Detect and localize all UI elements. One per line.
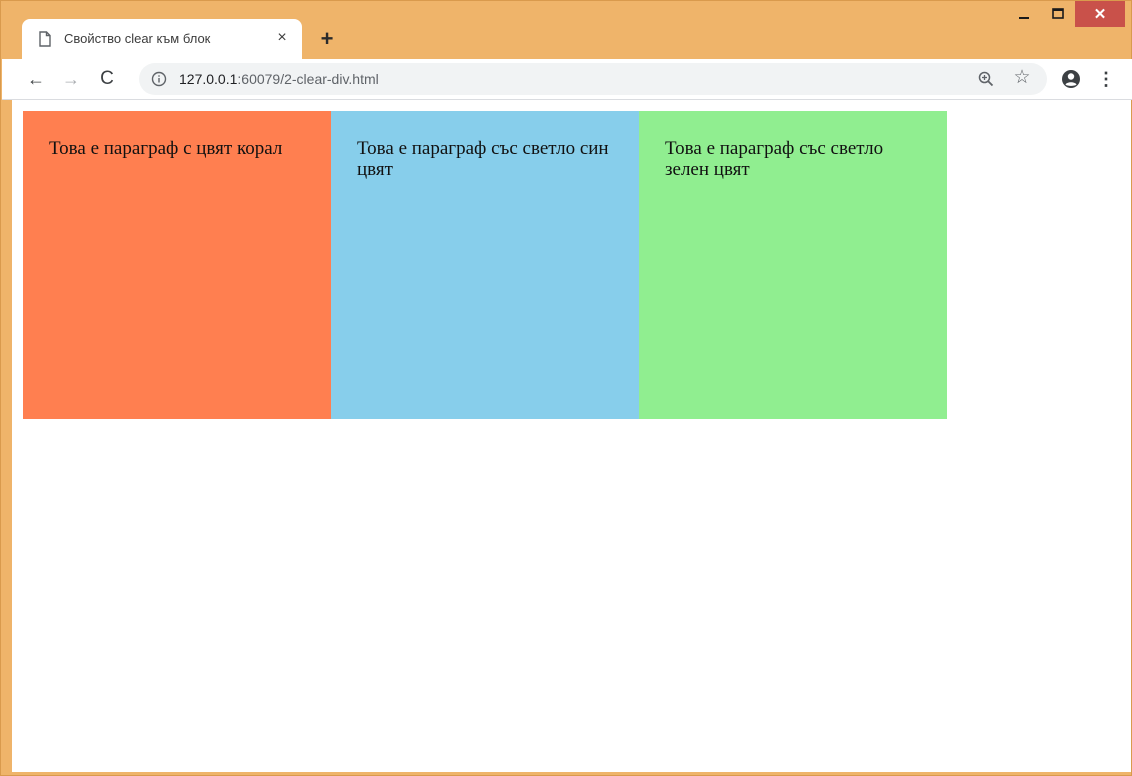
page-viewport: Това е параграф с цвят корал Това е пара… — [12, 100, 1131, 772]
browser-window: Свойство clear към блок × + ✕ ← → C 127.… — [0, 0, 1132, 776]
tab-title: Свойство clear към блок — [64, 31, 211, 46]
page-icon — [38, 31, 52, 47]
coral-block: Това е параграф с цвят корал — [23, 111, 331, 419]
info-icon[interactable] — [151, 71, 167, 87]
maximize-icon — [1052, 8, 1064, 19]
address-bar[interactable]: 127.0.0.1:60079/2-clear-div.html ☆ — [139, 63, 1047, 95]
url-text[interactable]: 127.0.0.1:60079/2-clear-div.html — [179, 71, 379, 87]
coral-paragraph: Това е параграф с цвят корал — [49, 138, 283, 159]
tab-strip: Свойство clear към блок × + ✕ — [1, 1, 1131, 59]
url-host: 127.0.0.1 — [179, 71, 238, 87]
close-window-button[interactable]: ✕ — [1075, 1, 1125, 27]
window-controls: ✕ — [1007, 1, 1125, 31]
light-green-paragraph: Това е параграф със светло зелен цвят — [665, 138, 884, 180]
minimize-icon — [1019, 17, 1029, 19]
zoom-icon[interactable] — [977, 70, 995, 88]
browser-tab[interactable]: Свойство clear към блок × — [22, 19, 302, 59]
light-blue-block: Това е параграф със светло син цвят — [331, 111, 639, 419]
bookmark-star-icon[interactable]: ☆ — [1011, 67, 1033, 89]
browser-toolbar: ← → C 127.0.0.1:60079/2-clear-div.html ☆… — [2, 59, 1132, 100]
back-button[interactable]: ← — [24, 67, 48, 91]
new-tab-button[interactable]: + — [315, 28, 339, 52]
forward-button[interactable]: → — [59, 67, 83, 91]
tab-close-icon[interactable]: × — [272, 28, 292, 48]
maximize-button[interactable] — [1041, 1, 1075, 27]
light-blue-paragraph: Това е параграф със светло син цвят — [357, 138, 609, 180]
reload-button[interactable]: C — [95, 67, 119, 91]
light-green-block: Това е параграф със светло зелен цвят — [639, 111, 947, 419]
minimize-button[interactable] — [1007, 1, 1041, 27]
account-icon[interactable] — [1060, 68, 1082, 90]
menu-icon[interactable]: ⋮ — [1096, 68, 1116, 90]
url-path: :60079/2-clear-div.html — [237, 71, 379, 87]
